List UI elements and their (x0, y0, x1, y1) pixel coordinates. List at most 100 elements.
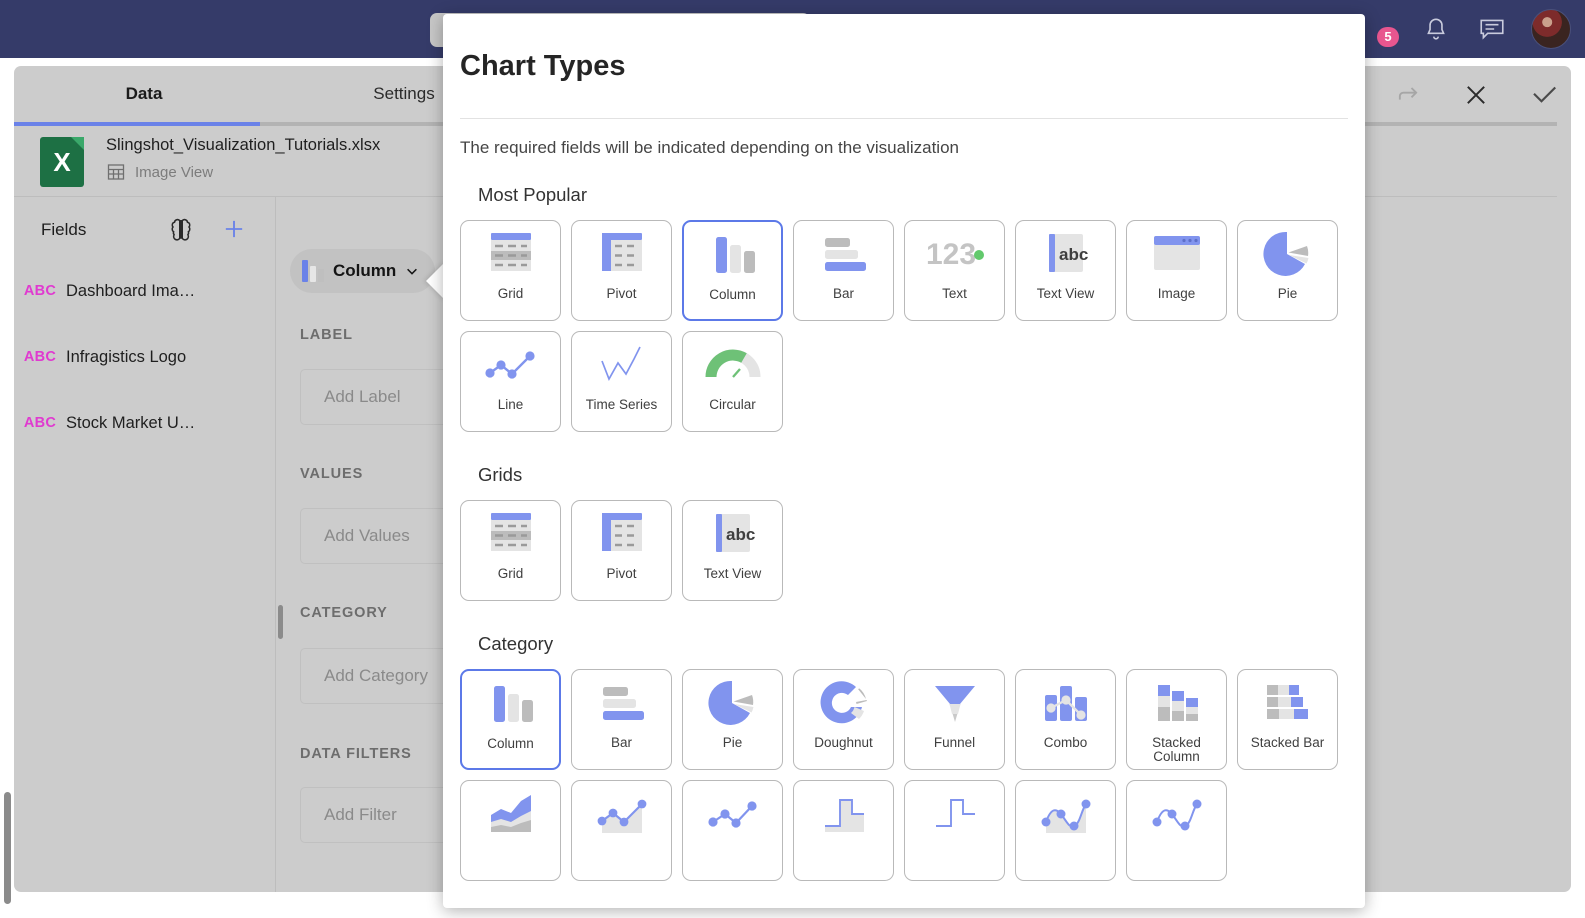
chart-type-card[interactable]: 123 Text (904, 220, 1005, 321)
chart-type-dropdown[interactable]: Column (290, 249, 436, 293)
chart-group-title: Category (478, 633, 554, 654)
title-divider (460, 118, 1348, 119)
chart-type-label: Text View (1036, 286, 1095, 301)
grid-icon (461, 221, 560, 287)
panel-toolbar (1391, 78, 1561, 112)
chart-type-label: Stacked Column (1152, 735, 1201, 764)
page-title: Chart Types (460, 50, 626, 82)
chart-type-card[interactable] (682, 780, 783, 881)
list-item[interactable]: ABC Dashboard Ima… (14, 263, 275, 319)
chart-type-card[interactable]: Funnel (904, 669, 1005, 770)
chart-type-card[interactable]: Column (460, 669, 561, 770)
chart-type-label: Column (709, 287, 756, 302)
image-icon (1127, 221, 1226, 287)
chart-type-label: Bar (832, 286, 854, 301)
text-number-icon: 123 (905, 221, 1004, 287)
page-scrollbar[interactable] (4, 792, 11, 904)
bell-icon[interactable] (1419, 12, 1453, 46)
field-type-badge: ABC (23, 283, 57, 299)
pivot-icon (572, 221, 671, 287)
chart-type-card[interactable]: Combo (1015, 669, 1116, 770)
chart-type-card[interactable]: Bar (793, 220, 894, 321)
chart-type-card[interactable]: Line (460, 331, 561, 432)
chart-type-card[interactable]: Bar (571, 669, 672, 770)
spline-icon (1127, 781, 1226, 847)
chart-type-card[interactable]: Stacked Bar (1237, 669, 1338, 770)
chart-type-card[interactable]: Time Series (571, 331, 672, 432)
chart-type-card[interactable]: Doughnut (793, 669, 894, 770)
chart-type-card[interactable]: Column (682, 220, 783, 321)
data-source-view-label: Image View (135, 163, 214, 181)
avatar[interactable] (1531, 9, 1571, 49)
text-view-icon: abc (683, 501, 782, 567)
svg-text:abc: abc (1059, 245, 1088, 264)
confirm-check-icon[interactable] (1527, 78, 1561, 112)
bar-chart-icon (794, 221, 893, 287)
chart-type-label: Funnel (933, 735, 976, 750)
chart-type-label: Time Series (585, 397, 658, 412)
chart-card-grid: Column Bar Pie Doughnut Funnel Combo Stacked C… (460, 669, 1365, 891)
chart-type-card[interactable] (571, 780, 672, 881)
chart-type-card[interactable] (1126, 780, 1227, 881)
chart-type-card[interactable] (793, 780, 894, 881)
label-section-title: LABEL (300, 327, 353, 343)
spline-area-icon (1016, 781, 1115, 847)
add-field-icon[interactable] (220, 215, 250, 245)
values-section-title: VALUES (300, 466, 364, 482)
tab-data[interactable]: Data (14, 66, 274, 122)
data-filters-section-title: DATA FILTERS (300, 746, 412, 762)
fields-title: Fields (41, 220, 87, 239)
doughnut-chart-icon (794, 670, 893, 736)
chart-type-card[interactable]: Pivot (571, 500, 672, 601)
chart-type-card[interactable] (460, 780, 561, 881)
fields-header: Fields (14, 197, 275, 263)
column-chart-icon (302, 260, 324, 282)
chart-type-card[interactable]: Stacked Column (1126, 669, 1227, 770)
excel-icon-letter: X (53, 146, 71, 177)
chart-type-card[interactable]: Grid (460, 500, 561, 601)
data-source-view: Image View (106, 162, 213, 182)
time-series-icon (572, 332, 671, 398)
chart-type-label: Text View (703, 566, 762, 581)
chart-type-card[interactable]: Image (1126, 220, 1227, 321)
chart-type-label: Combo (1043, 735, 1088, 750)
stacked-bar-icon (1238, 670, 1337, 736)
chart-type-label: Line (497, 397, 524, 412)
section-drag-handle[interactable] (278, 605, 283, 639)
chart-type-card[interactable]: Pivot (571, 220, 672, 321)
chart-type-card[interactable]: abc Text View (1015, 220, 1116, 321)
chart-type-label: Pie (722, 735, 743, 750)
redo-icon[interactable] (1391, 78, 1425, 112)
svg-text:123: 123 (926, 238, 976, 271)
chart-card-grid: Grid Pivot abc Text View (460, 500, 1365, 611)
category-section-title: CATEGORY (300, 605, 388, 621)
chart-type-label: Stacked Bar (1250, 735, 1325, 750)
chart-type-card[interactable] (1015, 780, 1116, 881)
chart-type-card[interactable]: Grid (460, 220, 561, 321)
list-item[interactable]: ABC Infragistics Logo (14, 329, 275, 385)
data-source-filename: Slingshot_Visualization_Tutorials.xlsx (106, 136, 381, 154)
column-chart-icon (684, 222, 781, 288)
line-area-chart-icon (572, 781, 671, 847)
chart-type-label: Pivot (606, 566, 637, 581)
chart-type-label: Text (942, 286, 967, 301)
notifications-count: 5 (1377, 27, 1399, 47)
chart-type-card[interactable]: abc Text View (682, 500, 783, 601)
step-area-icon (794, 781, 893, 847)
close-icon[interactable] (1459, 78, 1493, 112)
chart-group-title: Grids (478, 464, 523, 485)
chat-icon[interactable] (1475, 12, 1509, 46)
text-view-icon: abc (1016, 221, 1115, 287)
chart-type-card[interactable]: Pie (1237, 220, 1338, 321)
grid-icon (461, 501, 560, 567)
chart-type-label: Grid (497, 286, 524, 301)
chart-type-card[interactable]: Pie (682, 669, 783, 770)
top-nav-actions: 5 (1357, 0, 1571, 58)
chart-type-card[interactable]: Circular (682, 331, 783, 432)
chart-type-card[interactable] (904, 780, 1005, 881)
chart-types-scroll-area[interactable]: Most Popular Grid Pivot Column Bar 123 Text abc… (443, 184, 1365, 908)
excel-icon-fold (71, 137, 84, 150)
brain-icon[interactable] (166, 215, 196, 245)
list-item[interactable]: ABC Stock Market U… (14, 395, 275, 451)
chart-type-label: Bar (610, 735, 632, 750)
